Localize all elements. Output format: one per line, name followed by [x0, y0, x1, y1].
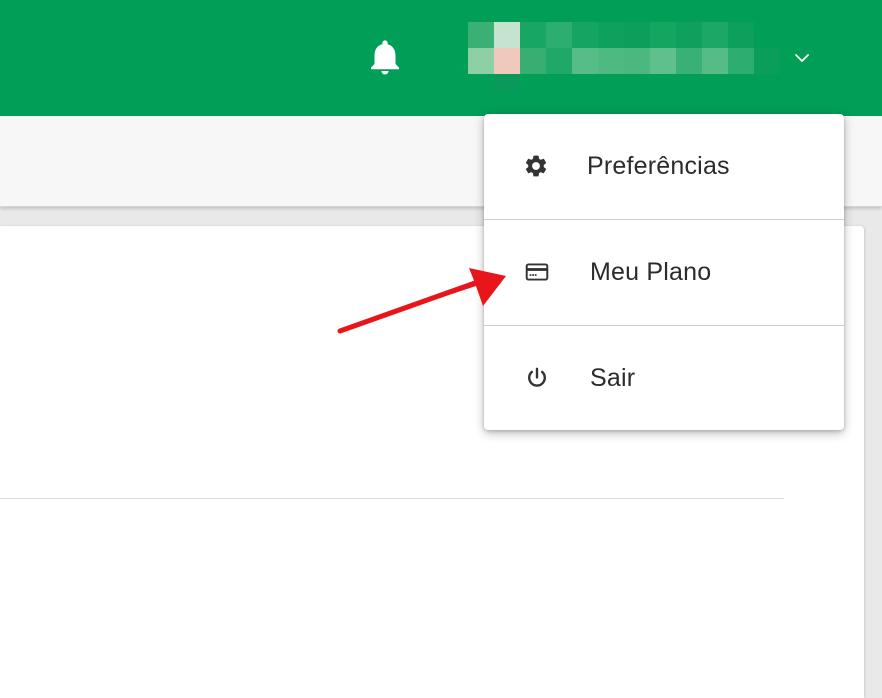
- divider: [0, 498, 784, 499]
- bell-icon[interactable]: [364, 36, 406, 78]
- menu-item-label: Meu Plano: [590, 258, 712, 286]
- top-header-bar: [0, 0, 882, 116]
- chevron-down-icon[interactable]: [790, 46, 814, 70]
- user-name-pixelated[interactable]: [468, 22, 780, 92]
- menu-item-label: Sair: [590, 364, 636, 392]
- menu-item-sair[interactable]: Sair: [484, 326, 844, 430]
- credit-card-icon: [524, 259, 550, 285]
- user-dropdown-menu: Preferências Meu Plano Sair: [484, 114, 844, 430]
- menu-item-label: Preferências: [587, 152, 730, 180]
- menu-item-meu-plano[interactable]: Meu Plano: [484, 220, 844, 325]
- gear-icon: [523, 153, 549, 179]
- menu-item-preferencias[interactable]: Preferências: [484, 114, 844, 219]
- power-icon: [524, 365, 550, 391]
